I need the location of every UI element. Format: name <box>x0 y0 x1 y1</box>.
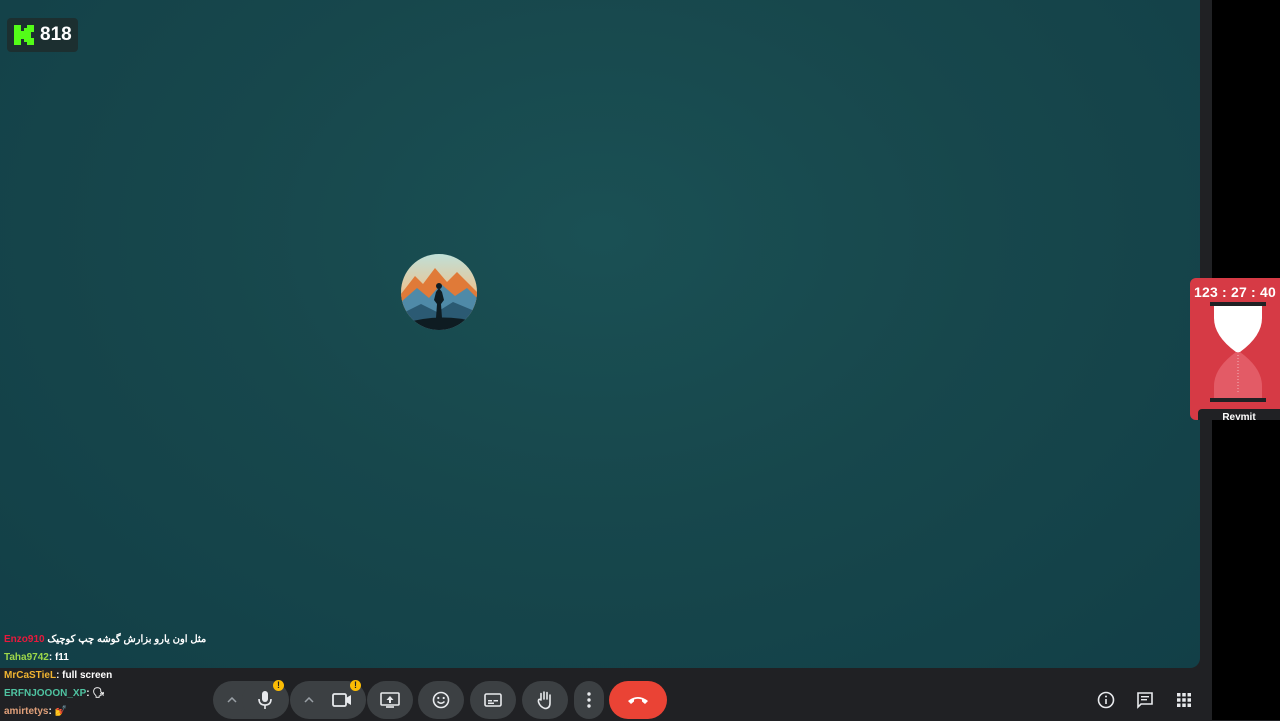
captions-icon <box>484 693 502 707</box>
camera-icon <box>332 693 351 707</box>
timer-label: Reymit Donathon <box>1198 409 1280 420</box>
more-options-button[interactable] <box>574 681 604 719</box>
hourglass-icon <box>1210 302 1266 402</box>
chat-username: Taha9742 <box>4 652 49 663</box>
donathon-timer-widget: 123 : 27 : 40 Reymit Donathon <box>1190 278 1280 420</box>
viewer-count: 818 <box>40 24 72 45</box>
chat-username: Enzo910 <box>4 634 45 645</box>
timer-value: 123 : 27 : 40 <box>1194 284 1276 300</box>
kick-logo-icon <box>14 25 34 45</box>
emoji-reactions-button[interactable] <box>418 681 464 719</box>
emoji-icon <box>432 691 450 709</box>
chat-text: مثل اون یارو بزارش گوشه چپ کوچیک <box>47 634 207 645</box>
mic-warning-badge: ! <box>273 680 284 691</box>
chat-message: Enzo910 مثل اون یارو بزارش گوشه چپ کوچیک <box>4 631 404 649</box>
more-vert-icon <box>587 692 591 708</box>
apps-grid-icon <box>1177 693 1191 707</box>
chat-panel-button[interactable] <box>1135 690 1155 710</box>
raise-hand-icon <box>537 691 551 710</box>
present-screen-button[interactable] <box>367 681 413 719</box>
mountain-avatar-image <box>401 254 477 330</box>
end-call-button[interactable] <box>609 681 667 719</box>
chat-message: Taha9742: f11 <box>4 649 404 667</box>
participant-avatar <box>401 254 477 330</box>
kick-viewer-badge: 818 <box>7 18 78 52</box>
captions-button[interactable] <box>470 681 516 719</box>
raise-hand-button[interactable] <box>522 681 568 719</box>
chat-text: f11 <box>54 652 69 663</box>
end-call-icon <box>628 697 648 704</box>
chat-icon <box>1137 692 1153 709</box>
activities-button[interactable] <box>1174 690 1194 710</box>
camera-warning-badge: ! <box>350 680 361 691</box>
meeting-details-button[interactable] <box>1096 690 1116 710</box>
meeting-controls-bar: ! ! <box>0 668 1212 720</box>
chevron-up-icon <box>227 697 237 703</box>
present-screen-icon <box>380 692 400 708</box>
info-icon <box>1097 691 1115 709</box>
chevron-up-icon <box>304 697 314 703</box>
video-stage: 818 <box>0 0 1200 668</box>
microphone-icon <box>258 691 272 709</box>
